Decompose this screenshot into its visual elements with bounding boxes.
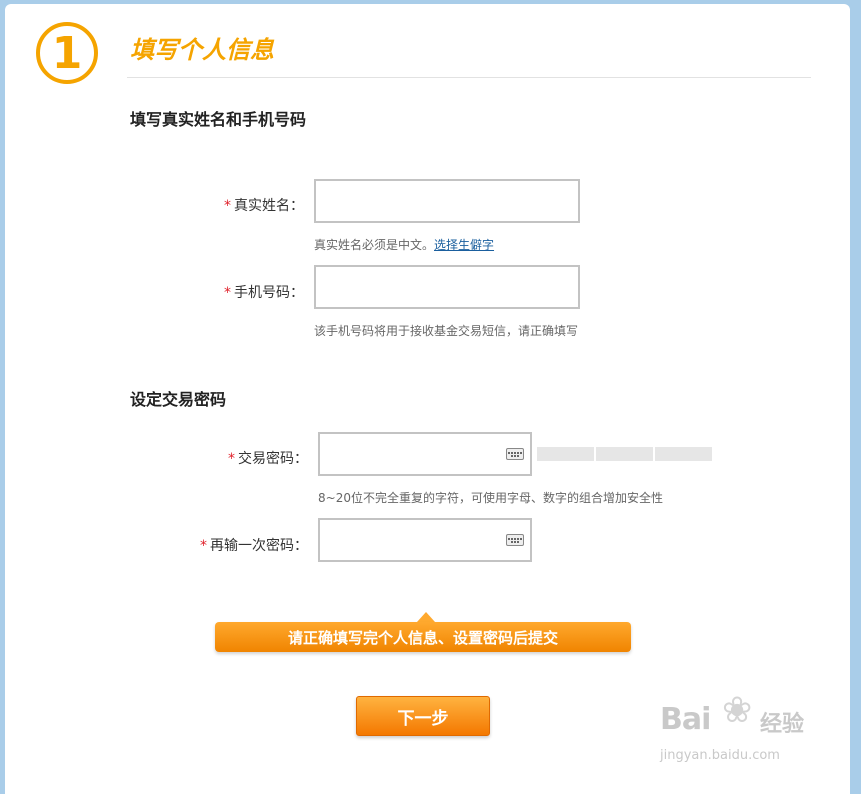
real-name-hint-text: 真实姓名必须是中文。 <box>314 238 435 252</box>
required-mark: * <box>224 285 231 301</box>
rare-character-link[interactable]: 选择生僻字 <box>434 238 494 252</box>
section-heading-identity: 填写真实姓名和手机号码 <box>130 110 307 129</box>
watermark-logo-cn: 经验 <box>760 712 805 737</box>
trade-password-label-text: 交易密码： <box>238 451 308 467</box>
keyboard-icon[interactable] <box>506 448 524 460</box>
trade-password-input[interactable] <box>324 435 508 475</box>
required-mark: * <box>224 198 231 214</box>
keyboard-icon[interactable] <box>506 534 524 546</box>
trade-password-label: * 交易密码： <box>228 448 308 468</box>
next-step-button[interactable]: 下一步 <box>356 696 490 736</box>
confirm-password-input[interactable] <box>324 521 508 561</box>
submit-tip: 请正确填写完个人信息、设置密码后提交 <box>215 622 631 652</box>
tip-arrow <box>417 612 435 622</box>
watermark-logo: Bai <box>660 702 711 737</box>
phone-input[interactable] <box>314 265 580 309</box>
trade-password-hint: 8~20位不完全重复的字符，可使用字母、数字的组合增加安全性 <box>318 491 663 505</box>
phone-label: * 手机号码： <box>224 282 304 302</box>
page-title: 填写个人信息 <box>130 36 274 64</box>
real-name-label-text: 真实姓名： <box>234 198 304 214</box>
title-divider <box>127 77 811 78</box>
confirm-password-label-text: 再输一次密码： <box>210 538 308 554</box>
required-mark: * <box>200 538 207 554</box>
section-heading-password: 设定交易密码 <box>130 390 227 409</box>
watermark-url: jingyan.baidu.com <box>660 748 780 763</box>
step-number-badge: 1 <box>36 22 98 84</box>
password-strength-meter <box>537 447 712 461</box>
phone-label-text: 手机号码： <box>234 285 304 301</box>
phone-hint: 该手机号码将用于接收基金交易短信，请正确填写 <box>314 324 579 338</box>
trade-password-field[interactable] <box>318 432 532 476</box>
strength-segment <box>596 447 653 461</box>
strength-segment <box>537 447 594 461</box>
real-name-hint: 真实姓名必须是中文。选择生僻字 <box>314 236 494 253</box>
confirm-password-field[interactable] <box>318 518 532 562</box>
strength-segment <box>655 447 712 461</box>
baidu-jingyan-watermark: Bai ❀ 经验 jingyan.baidu.com <box>660 690 820 770</box>
real-name-input[interactable] <box>314 179 580 223</box>
confirm-password-label: * 再输一次密码： <box>200 535 308 555</box>
required-mark: * <box>228 451 235 467</box>
step-number: 1 <box>51 27 83 79</box>
real-name-label: * 真实姓名： <box>224 195 304 215</box>
paw-icon: ❀ <box>722 690 753 731</box>
